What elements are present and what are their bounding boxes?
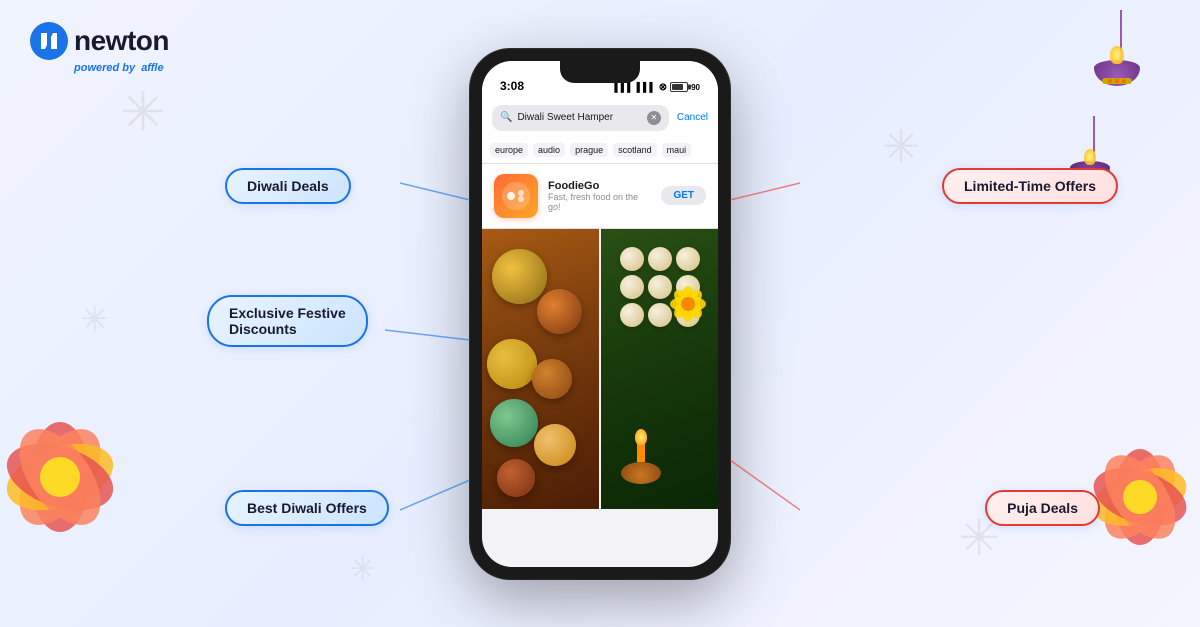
tag-europe[interactable]: europe (490, 143, 528, 157)
tag-prague[interactable]: prague (570, 143, 608, 157)
phone-outer: 3:08 ▌▌▌ ▌▌▌ ⊗ 90 🔍 Diwali Sweet Hamper (470, 49, 730, 579)
food-image-left (482, 229, 599, 509)
food-image-right (601, 229, 718, 509)
battery-icon (670, 82, 688, 92)
phone-mockup: 3:08 ▌▌▌ ▌▌▌ ⊗ 90 🔍 Diwali Sweet Hamper (470, 49, 730, 579)
phone-notch (560, 61, 640, 83)
pill-exclusive-festive[interactable]: Exclusive FestiveDiscounts (207, 295, 368, 347)
pill-exclusive-label: Exclusive FestiveDiscounts (229, 305, 346, 337)
food-images-grid (482, 229, 718, 509)
cancel-button[interactable]: Cancel (677, 112, 708, 123)
flower-decoration-left (0, 387, 150, 567)
pill-limited-time-label: Limited-Time Offers (964, 178, 1096, 194)
get-button[interactable]: GET (661, 186, 706, 205)
candle (621, 442, 661, 484)
battery-level: 90 (691, 83, 700, 92)
diya-1 (1094, 10, 1140, 86)
search-input-box[interactable]: 🔍 Diwali Sweet Hamper ✕ (492, 105, 669, 131)
logo-main: newton (30, 22, 169, 60)
powered-by-label: powered by affle (74, 62, 169, 74)
pill-diwali-deals-label: Diwali Deals (247, 178, 329, 194)
phone-screen: 3:08 ▌▌▌ ▌▌▌ ⊗ 90 🔍 Diwali Sweet Hamper (482, 61, 718, 567)
diya-decorations (1070, 10, 1140, 183)
pill-limited-time[interactable]: Limited-Time Offers (942, 168, 1118, 204)
status-time: 3:08 (500, 79, 524, 93)
tag-audio[interactable]: audio (533, 143, 565, 157)
pill-best-diwali[interactable]: Best Diwali Offers (225, 490, 389, 526)
pill-diwali-deals[interactable]: Diwali Deals (225, 168, 351, 204)
app-info: FoodieGo Fast, fresh food on the go! (548, 180, 651, 212)
app-description: Fast, fresh food on the go! (548, 192, 651, 212)
brand-name: newton (74, 25, 169, 57)
tag-maui[interactable]: maui (662, 143, 692, 157)
pill-puja-deals[interactable]: Puja Deals (985, 490, 1100, 526)
tags-row: europe audio prague scotland maui (482, 139, 718, 164)
search-text: Diwali Sweet Hamper (517, 112, 641, 123)
app-name: FoodieGo (548, 180, 651, 192)
search-icon: 🔍 (500, 112, 512, 123)
newton-logo-icon (30, 22, 68, 60)
app-icon (494, 174, 538, 218)
search-bar[interactable]: 🔍 Diwali Sweet Hamper ✕ Cancel (482, 99, 718, 139)
app-card[interactable]: FoodieGo Fast, fresh food on the go! GET (482, 164, 718, 229)
pill-best-diwali-label: Best Diwali Offers (247, 500, 367, 516)
pill-puja-deals-label: Puja Deals (1007, 500, 1078, 516)
search-clear-button[interactable]: ✕ (647, 111, 661, 125)
logo-area: newton powered by affle (30, 22, 169, 74)
status-icons: ▌▌▌ ▌▌▌ ⊗ 90 (614, 82, 700, 93)
tag-scotland[interactable]: scotland (613, 143, 657, 157)
